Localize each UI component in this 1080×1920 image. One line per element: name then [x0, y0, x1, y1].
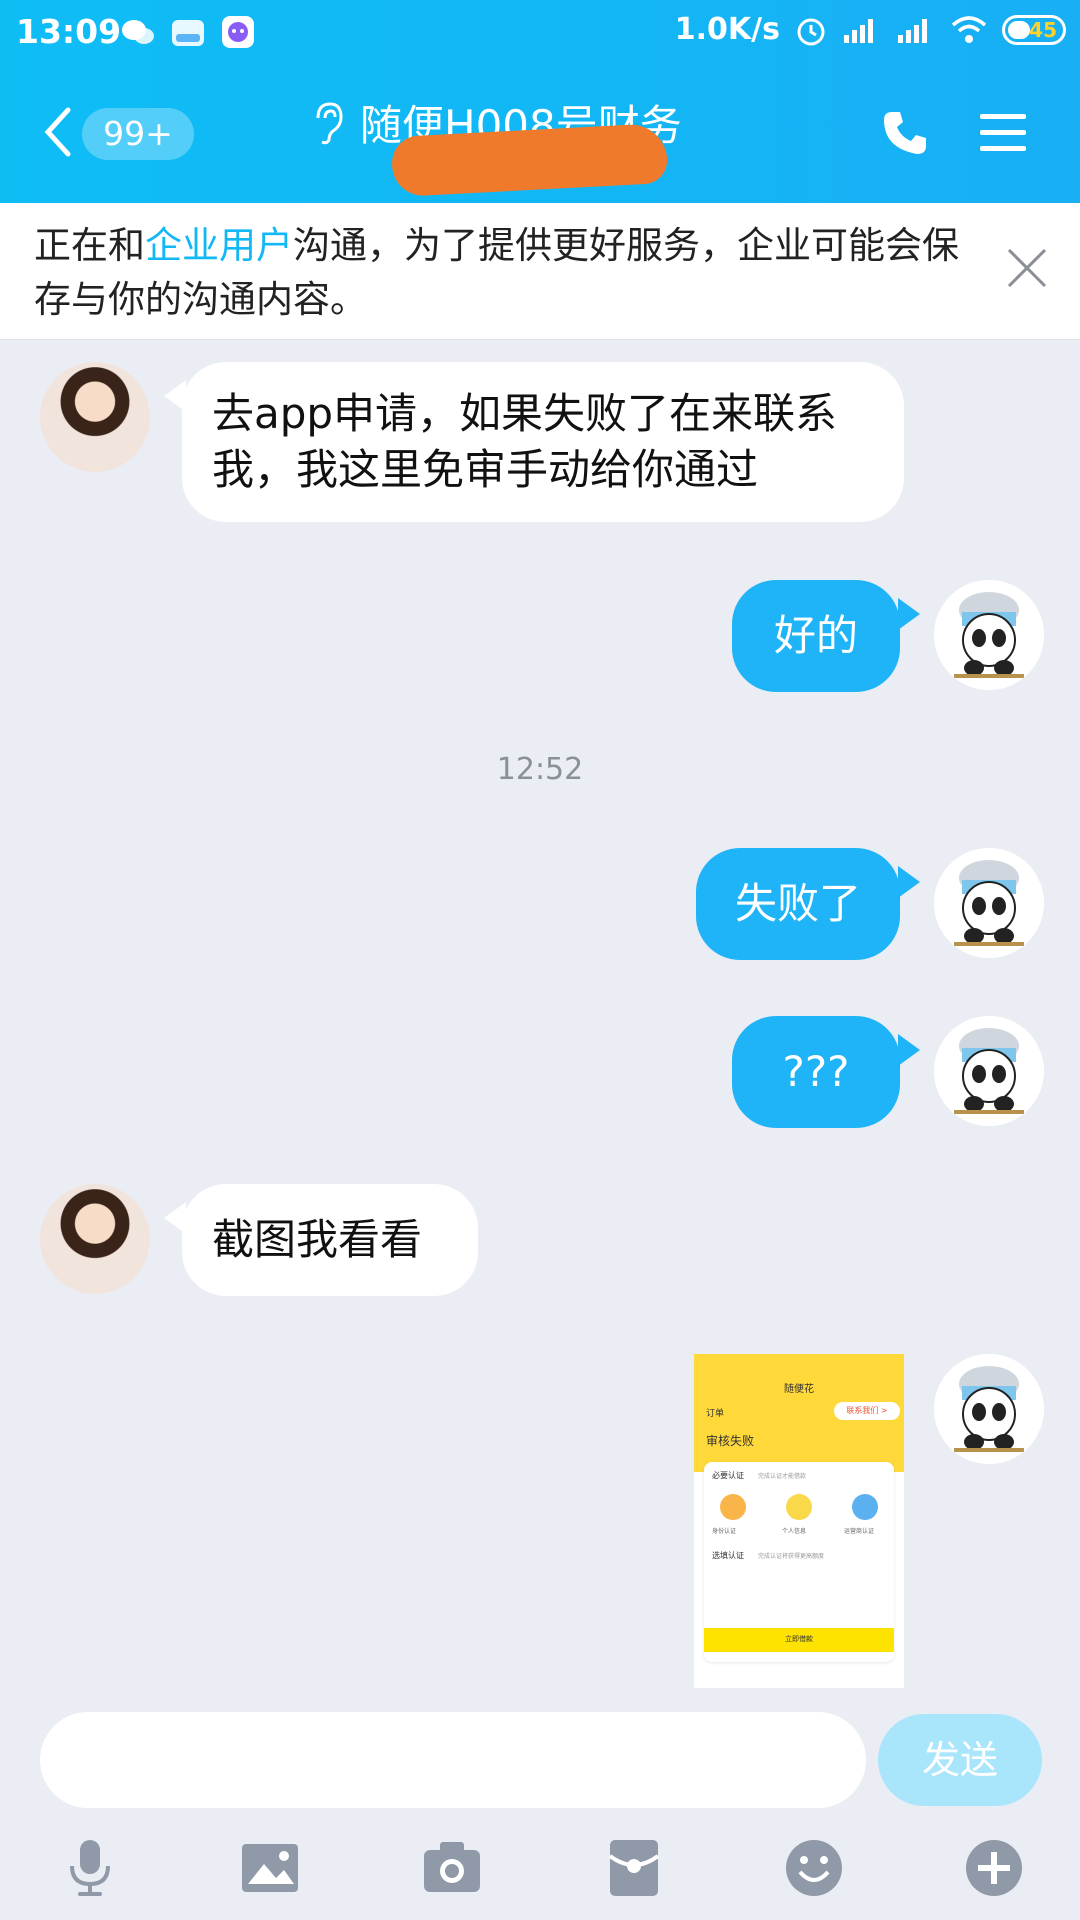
status-right: 1.0K/s 45 [675, 12, 1066, 47]
message-bubble[interactable]: 失败了 [696, 848, 900, 960]
thumb-id-icon [720, 1494, 746, 1520]
wifi-icon [951, 15, 987, 43]
microphone-icon[interactable] [58, 1836, 122, 1900]
menu-icon[interactable] [978, 110, 1028, 156]
camera-icon[interactable] [420, 1836, 484, 1900]
phone-icon[interactable] [880, 108, 930, 158]
unread-count-badge[interactable]: 99+ [82, 108, 194, 160]
thumb-optional-label: 选填认证 [712, 1551, 744, 1560]
contact-avatar[interactable] [40, 362, 150, 472]
signal-icon [844, 18, 873, 43]
thumb-button-label: 立即借款 [785, 1635, 813, 1643]
wechat-icon [122, 20, 154, 44]
screenshot-image-message[interactable]: 随便花 订单 联系我们 > 审核失败 必要认证 完成认证才能借款 身份认证 个人… [694, 1354, 904, 1688]
thumb-item-1: 身份认证 [712, 1528, 737, 1535]
bubble-tail [898, 598, 920, 630]
notice-prefix: 正在和 [34, 224, 145, 267]
emoji-icon[interactable] [782, 1836, 846, 1900]
plus-icon[interactable] [962, 1836, 1026, 1900]
user-avatar[interactable] [934, 580, 1044, 690]
alarm-icon [797, 18, 825, 45]
image-icon[interactable] [238, 1836, 302, 1900]
enterprise-notice: 正在和企业用户沟通，为了提供更好服务，企业可能会保存与你的沟通内容。 [0, 203, 1080, 340]
thumb-contact: 联系我们 > [834, 1402, 900, 1420]
red-packet-icon[interactable] [602, 1836, 666, 1900]
chat-app-icon [222, 16, 254, 48]
close-icon[interactable] [1005, 246, 1049, 290]
input-toolbar [0, 1830, 1080, 1920]
thumb-app-name: 随便花 [784, 1384, 814, 1395]
user-avatar[interactable] [934, 1016, 1044, 1126]
user-avatar[interactable] [934, 1354, 1044, 1464]
app-notification-icon [172, 20, 204, 46]
notification-icons [120, 14, 256, 50]
ear-icon [316, 101, 343, 144]
status-time: 13:09 [16, 12, 122, 51]
thumb-info-icon [786, 1494, 812, 1520]
message-input[interactable] [40, 1712, 866, 1808]
message-bubble[interactable]: 好的 [732, 580, 900, 692]
back-icon[interactable] [40, 104, 76, 160]
battery-level: 45 [1029, 17, 1057, 42]
timestamp: 12:52 [496, 752, 584, 787]
signal-icon-2 [898, 18, 927, 43]
user-avatar[interactable] [934, 848, 1044, 958]
message-bubble[interactable]: 去app申请，如果失败了在来联系我，我这里免审手动给你通过 [182, 362, 904, 522]
thumb-status-title: 审核失败 [706, 1434, 755, 1448]
battery-indicator: 45 [1002, 14, 1066, 45]
thumb-required-label: 必要认证 [712, 1471, 744, 1480]
bubble-tail [898, 1034, 920, 1066]
message-bubble[interactable]: 截图我看看 [182, 1184, 478, 1296]
message-bubble[interactable]: ??? [732, 1016, 900, 1128]
bubble-tail [898, 866, 920, 898]
thumb-carrier-icon [852, 1494, 878, 1520]
thumb-required-hint: 完成认证才能借款 [758, 1473, 807, 1480]
chat-header: 13:09 1.0K/s 45 99+ 随便H008号财务 [0, 0, 1080, 203]
network-speed: 1.0K/s [674, 12, 780, 47]
thumb-optional-hint: 完成认证将获得更高额度 [758, 1553, 825, 1560]
thumb-item-2: 个人信息 [782, 1528, 807, 1535]
enterprise-user-link[interactable]: 企业用户 [145, 224, 293, 267]
send-button[interactable]: 发送 [878, 1714, 1042, 1806]
thumb-order-label: 订单 [706, 1409, 725, 1419]
notice-text: 正在和企业用户沟通，为了提供更好服务，企业可能会保存与你的沟通内容。 [34, 219, 964, 327]
contact-avatar[interactable] [40, 1184, 150, 1294]
thumb-item-3: 运营商认证 [844, 1528, 875, 1535]
